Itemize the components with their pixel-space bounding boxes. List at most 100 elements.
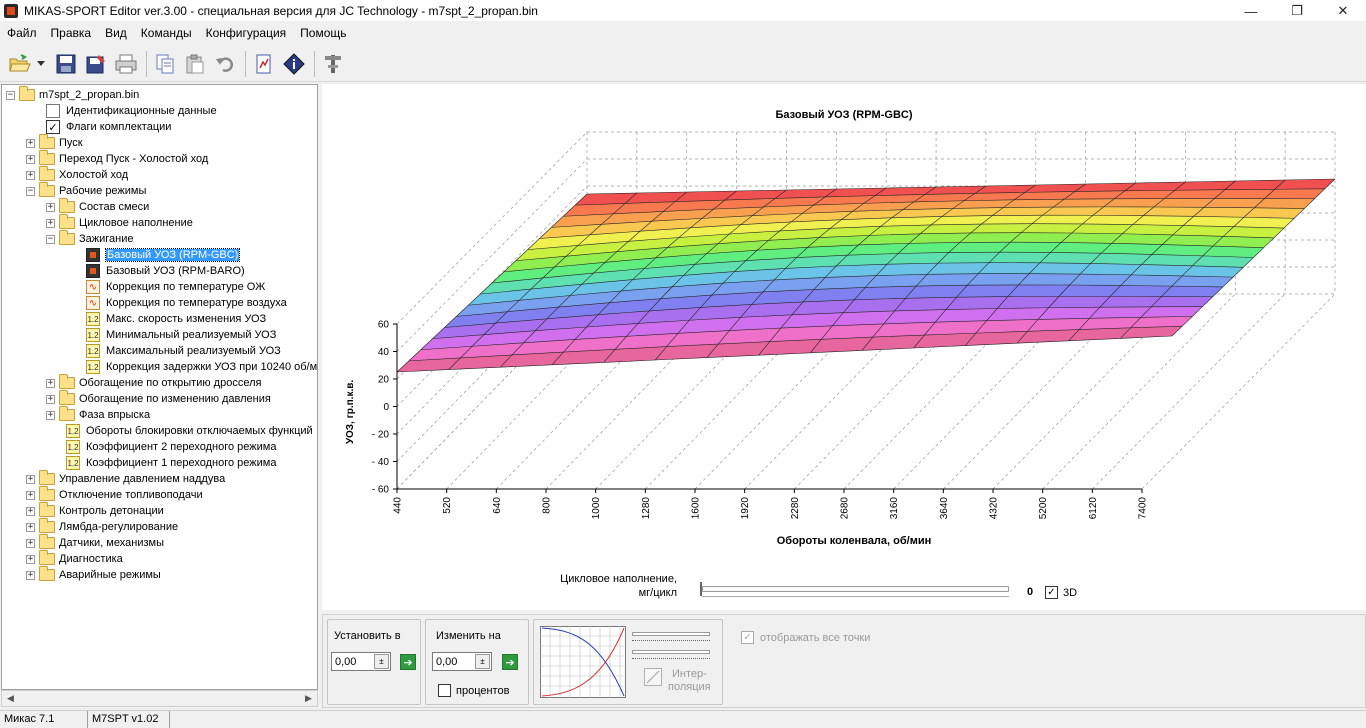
tree-item[interactable]: ∿ Коррекция по температуре воздуха bbox=[86, 295, 287, 311]
apply-change-button[interactable]: ➔ bbox=[502, 654, 518, 670]
x-tick-label: 440 bbox=[393, 497, 404, 514]
close-button[interactable]: ✕ bbox=[1320, 0, 1366, 22]
tree-item[interactable]: + Контроль детонации bbox=[26, 502, 164, 519]
expand-icon[interactable]: + bbox=[46, 218, 55, 228]
expand-icon[interactable]: + bbox=[26, 570, 35, 580]
expand-icon[interactable]: + bbox=[26, 554, 35, 564]
tree-item[interactable]: − Зажигание bbox=[46, 230, 134, 247]
print-icon[interactable] bbox=[112, 50, 139, 77]
copy-icon[interactable] bbox=[151, 50, 178, 77]
tools-icon[interactable] bbox=[319, 50, 346, 77]
tree-item[interactable]: 1.2 Обороты блокировки отключаемых функци… bbox=[66, 423, 313, 439]
expand-icon[interactable]: + bbox=[46, 202, 55, 212]
expand-icon[interactable]: + bbox=[46, 378, 55, 388]
info-icon[interactable] bbox=[280, 50, 307, 77]
minimize-button[interactable]: — bbox=[1228, 0, 1274, 22]
tree-root[interactable]: − m7spt_2_propan.bin bbox=[6, 86, 139, 103]
expand-icon[interactable]: + bbox=[26, 506, 35, 516]
tree-item[interactable]: + Пуск bbox=[26, 134, 83, 151]
3d-checkbox[interactable]: ✓ bbox=[1045, 586, 1058, 599]
save-as-icon[interactable] bbox=[82, 50, 109, 77]
spin-icon[interactable]: ± bbox=[374, 654, 389, 669]
surface-chart[interactable]: 60 40 20 0 - 20 - 40 - 60440 520 640 800 1000 1280 1… bbox=[322, 84, 1366, 554]
tree-item[interactable]: Базовый УОЗ (RPM-BARO) bbox=[86, 263, 245, 279]
tree-hscrollbar[interactable]: ◀ ▶ bbox=[1, 690, 318, 707]
tree-item[interactable]: + Аварийные режимы bbox=[26, 566, 161, 583]
tree-item[interactable]: + Переход Пуск - Холостой ход bbox=[26, 150, 208, 167]
parameter-icon: 1.2 bbox=[86, 344, 100, 358]
tree-item[interactable]: 1.2 Коэффициент 1 переходного режима bbox=[66, 455, 276, 471]
folder-icon bbox=[39, 566, 55, 581]
undo-icon[interactable] bbox=[211, 50, 238, 77]
x-tick-label: 4320 bbox=[989, 497, 1000, 520]
tree-item[interactable]: + Цикловое наполнение bbox=[46, 214, 193, 231]
y-tick-label: - 60 bbox=[372, 485, 390, 496]
tree-item[interactable]: 1.2 Коэффициент 2 переходного режима bbox=[66, 439, 276, 455]
expand-icon[interactable]: + bbox=[26, 474, 35, 484]
set-value-label: Установить в bbox=[334, 630, 401, 642]
scroll-right-arrow-icon[interactable]: ▶ bbox=[300, 691, 317, 706]
expand-icon[interactable]: + bbox=[26, 490, 35, 500]
set-value-input[interactable]: 0,00 ± bbox=[331, 652, 391, 671]
expand-icon[interactable]: + bbox=[26, 522, 35, 532]
expand-icon[interactable]: + bbox=[46, 394, 55, 404]
dropdown-arrow-icon[interactable] bbox=[36, 50, 46, 77]
menu-edit[interactable]: Правка bbox=[44, 26, 99, 40]
tree-item-label: Аварийные режимы bbox=[59, 569, 161, 581]
gbc-slider-track[interactable] bbox=[702, 586, 1009, 592]
tree-item[interactable]: 1.2 Коррекция задержки УОЗ при 10240 об/м bbox=[86, 359, 317, 375]
folder-icon bbox=[59, 374, 75, 389]
tree-item[interactable]: + Лямбда-регулирование bbox=[26, 518, 178, 535]
gbc-slider-thumb[interactable] bbox=[700, 582, 702, 596]
tree-item[interactable]: + Состав смеси bbox=[46, 198, 149, 215]
expand-icon[interactable]: + bbox=[26, 154, 35, 164]
change-value-input[interactable]: 0,00 ± bbox=[432, 652, 492, 671]
tree-item[interactable]: + Обогащение по изменению давления bbox=[46, 390, 271, 407]
tree-item[interactable]: Идентификационные данные bbox=[46, 103, 217, 119]
tree-item[interactable]: + Холостой ход bbox=[26, 166, 128, 183]
folder-icon bbox=[59, 198, 75, 213]
tree-item[interactable]: ∿ Коррекция по температуре ОЖ bbox=[86, 279, 265, 295]
interp-slider-1[interactable] bbox=[632, 632, 710, 636]
menu-commands[interactable]: Команды bbox=[134, 26, 199, 40]
tree-item-label: Отключение топливоподачи bbox=[59, 489, 203, 501]
expand-icon[interactable]: + bbox=[26, 170, 35, 180]
menu-configuration[interactable]: Конфигурация bbox=[199, 26, 294, 40]
tree-item[interactable]: + Управление давлением наддува bbox=[26, 470, 225, 487]
tree-item[interactable]: + Фаза впрыска bbox=[46, 406, 150, 423]
compare-icon[interactable] bbox=[250, 50, 277, 77]
interpolation-preview[interactable] bbox=[540, 626, 626, 698]
slider-value: 0 bbox=[1027, 586, 1034, 598]
save-icon[interactable] bbox=[52, 50, 79, 77]
tree-item[interactable]: + Датчики, механизмы bbox=[26, 534, 164, 551]
restore-button[interactable]: ❐ bbox=[1274, 0, 1320, 22]
paste-icon[interactable] bbox=[181, 50, 208, 77]
tree-item[interactable]: 1.2 Макс. скорость изменения УОЗ bbox=[86, 311, 266, 327]
collapse-icon[interactable]: − bbox=[46, 234, 55, 244]
tree-item[interactable]: 1.2 Максимальный реализуемый УОЗ bbox=[86, 343, 281, 359]
tree-item[interactable]: + Обогащение по открытию дросселя bbox=[46, 374, 261, 391]
tree-item[interactable]: ✓ Флаги комплектации bbox=[46, 119, 171, 135]
tree-item[interactable]: 1.2 Минимальный реализуемый УОЗ bbox=[86, 327, 276, 343]
interpolation-button[interactable] bbox=[644, 668, 662, 686]
expand-icon[interactable]: + bbox=[46, 410, 55, 420]
scroll-left-arrow-icon[interactable]: ◀ bbox=[2, 691, 19, 706]
collapse-icon[interactable]: − bbox=[26, 186, 35, 196]
show-all-points-checkbox[interactable]: ✓ bbox=[741, 631, 754, 644]
open-icon[interactable] bbox=[6, 50, 33, 77]
spin-icon[interactable]: ± bbox=[475, 654, 490, 669]
tree-item[interactable]: Базовый УОЗ (RPM-GBC) bbox=[86, 247, 241, 263]
menu-file[interactable]: Файл bbox=[0, 26, 44, 40]
menu-help[interactable]: Помощь bbox=[293, 26, 353, 40]
tree-item[interactable]: + Отключение топливоподачи bbox=[26, 486, 203, 503]
curve-icon: ∿ bbox=[86, 280, 100, 294]
tree-item[interactable]: + Диагностика bbox=[26, 550, 123, 567]
apply-set-button[interactable]: ➔ bbox=[400, 654, 416, 670]
percent-checkbox[interactable] bbox=[438, 684, 451, 697]
expand-icon[interactable]: + bbox=[26, 138, 35, 148]
interp-slider-2[interactable] bbox=[632, 650, 710, 654]
collapse-icon[interactable]: − bbox=[6, 90, 15, 100]
expand-icon[interactable]: + bbox=[26, 538, 35, 548]
tree-item[interactable]: − Рабочие режимы bbox=[26, 182, 146, 199]
menu-view[interactable]: Вид bbox=[98, 26, 134, 40]
